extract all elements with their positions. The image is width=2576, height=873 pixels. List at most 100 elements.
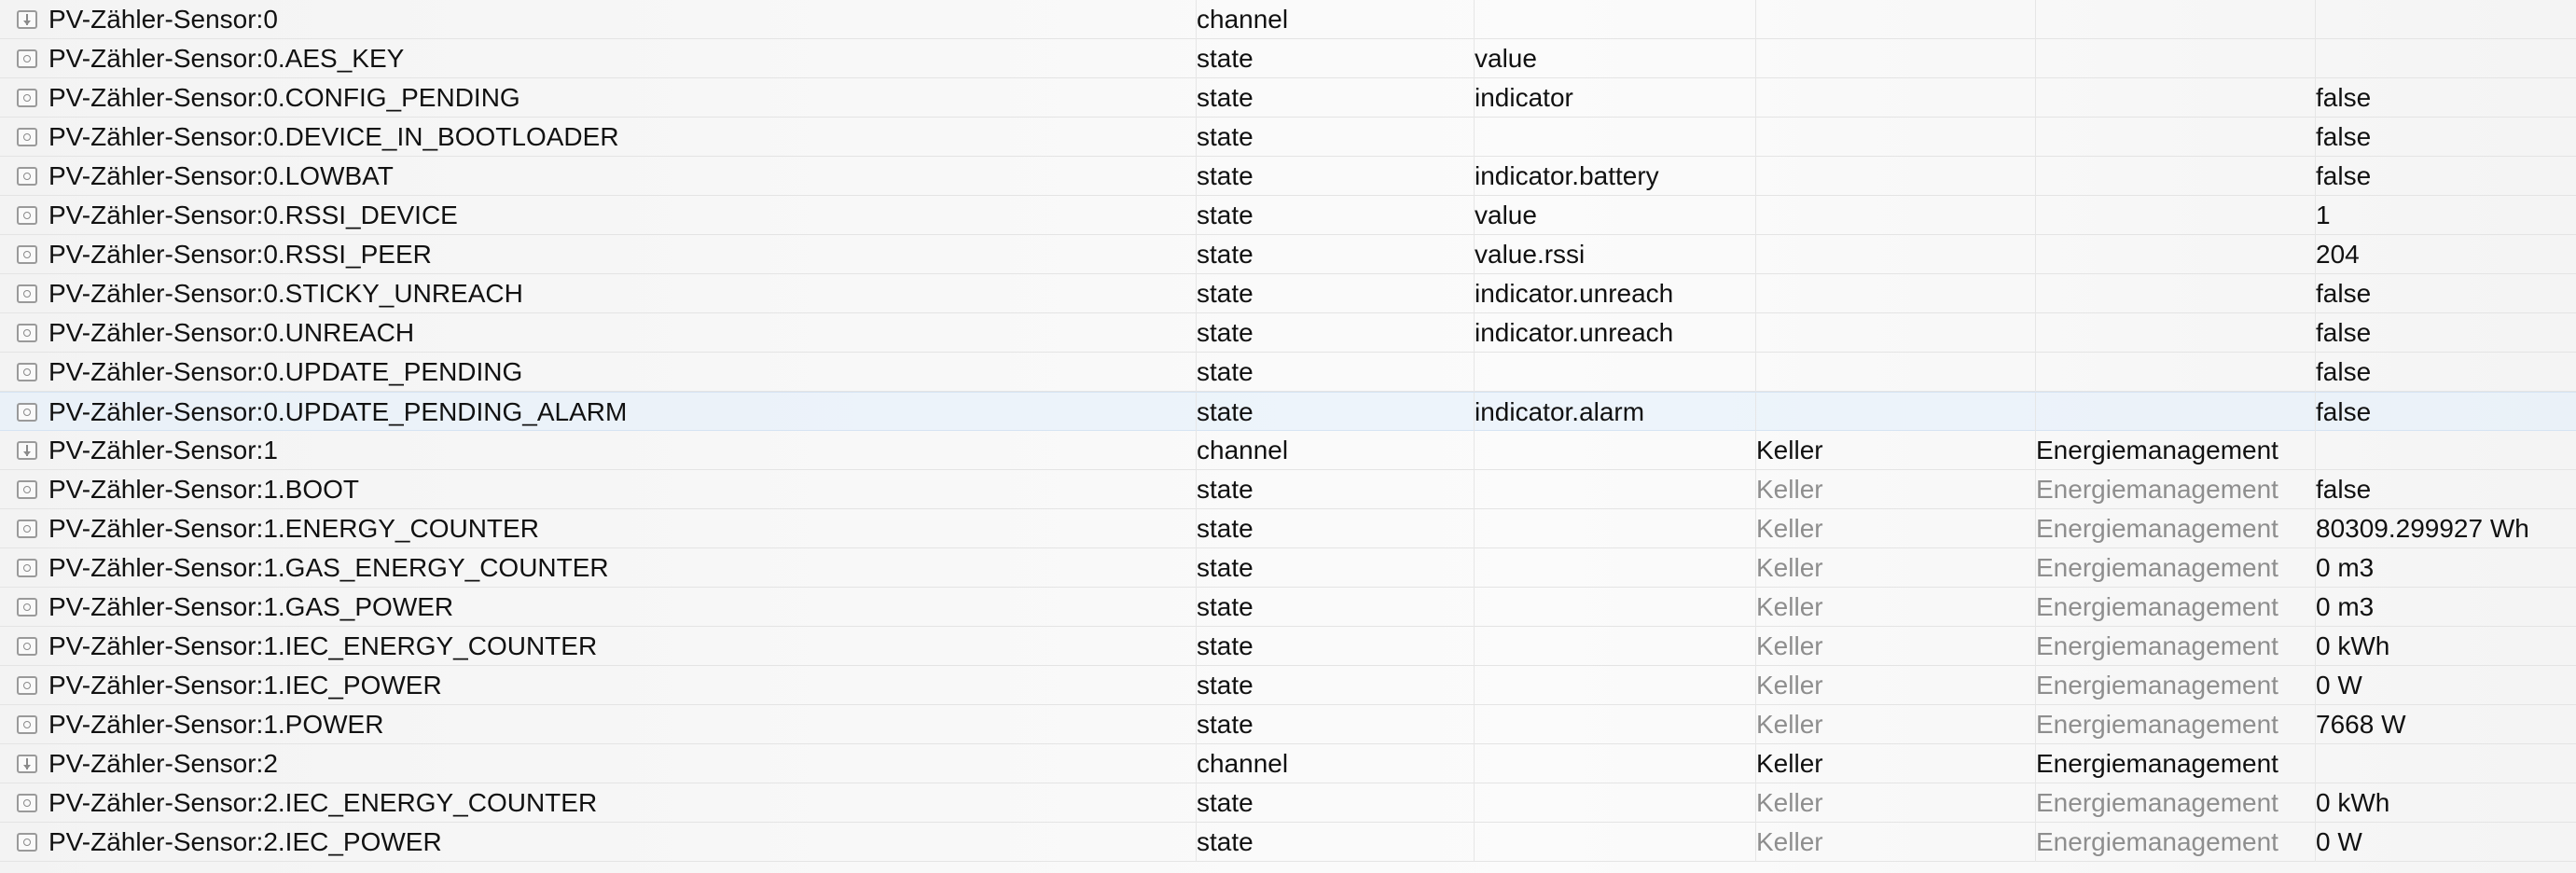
object-room-cell[interactable] — [1755, 0, 2034, 39]
object-function-cell[interactable]: Energiemanagement — [2035, 548, 2314, 588]
object-id-cell[interactable]: PV-Zähler-Sensor:0.LOWBAT — [0, 157, 1194, 196]
object-type-cell[interactable]: state — [1196, 509, 1473, 548]
object-role-cell[interactable]: indicator.unreach — [1474, 274, 1754, 313]
object-role-cell[interactable] — [1474, 666, 1754, 705]
object-value-cell[interactable]: false — [2315, 274, 2576, 313]
object-type-cell[interactable]: state — [1196, 393, 1473, 432]
state-row[interactable]: PV-Zähler-Sensor:0.LOWBAT state indicator.… — [0, 157, 2576, 196]
object-id-cell[interactable]: PV-Zähler-Sensor:0.STICKY_UNREACH — [0, 274, 1194, 313]
state-row[interactable]: PV-Zähler-Sensor:0.UPDATE_PENDING_ALARM s… — [0, 392, 2576, 432]
object-function-cell[interactable]: Energiemanagement — [2035, 666, 2314, 705]
state-row[interactable]: PV-Zähler-Sensor:0.CONFIG_PENDING state in… — [0, 78, 2576, 118]
object-value-cell[interactable]: false — [2315, 353, 2576, 392]
object-type-cell[interactable]: state — [1196, 157, 1473, 196]
object-id-cell[interactable]: PV-Zähler-Sensor:0.UPDATE_PENDING — [0, 353, 1194, 392]
object-function-cell[interactable] — [2035, 39, 2314, 78]
object-type-cell[interactable]: state — [1196, 118, 1473, 157]
object-type-cell[interactable]: state — [1196, 705, 1473, 744]
object-id-cell[interactable]: PV-Zähler-Sensor:0 — [0, 0, 1194, 39]
object-type-cell[interactable]: state — [1196, 627, 1473, 666]
object-function-cell[interactable]: Energiemanagement — [2035, 783, 2314, 823]
object-id-cell[interactable]: PV-Zähler-Sensor:0.UPDATE_PENDING_ALARM — [0, 393, 1194, 432]
object-function-cell[interactable] — [2035, 196, 2314, 235]
object-function-cell[interactable] — [2035, 353, 2314, 392]
object-value-cell[interactable]: 0 kWh — [2315, 783, 2576, 823]
object-room-cell[interactable]: Keller — [1755, 783, 2034, 823]
object-room-cell[interactable] — [1755, 235, 2034, 274]
object-value-cell[interactable] — [2315, 431, 2576, 470]
object-id-cell[interactable]: PV-Zähler-Sensor:0.CONFIG_PENDING — [0, 78, 1194, 118]
object-function-cell[interactable] — [2035, 274, 2314, 313]
object-id-cell[interactable]: PV-Zähler-Sensor:1.IEC_POWER — [0, 666, 1194, 705]
object-function-cell[interactable] — [2035, 313, 2314, 353]
object-id-cell[interactable]: PV-Zähler-Sensor:0.UNREACH — [0, 313, 1194, 353]
state-row[interactable]: PV-Zähler-Sensor:1.GAS_POWER state Keller E… — [0, 588, 2576, 627]
object-value-cell[interactable]: false — [2315, 470, 2576, 509]
object-role-cell[interactable] — [1474, 0, 1754, 39]
object-type-cell[interactable]: channel — [1196, 431, 1473, 470]
object-room-cell[interactable] — [1755, 196, 2034, 235]
object-room-cell[interactable]: Keller — [1755, 431, 2034, 470]
object-type-cell[interactable]: state — [1196, 666, 1473, 705]
object-room-cell[interactable] — [1755, 393, 2034, 432]
state-row[interactable]: PV-Zähler-Sensor:1.ENERGY_COUNTER state Ke… — [0, 509, 2576, 548]
state-row[interactable]: PV-Zähler-Sensor:0.STICKY_UNREACH state in… — [0, 274, 2576, 313]
object-value-cell[interactable] — [2315, 744, 2576, 783]
object-type-cell[interactable]: state — [1196, 274, 1473, 313]
channel-row[interactable]: PV-Zähler-Sensor:1 channel Keller Energiema… — [0, 431, 2576, 470]
object-role-cell[interactable]: value.rssi — [1474, 235, 1754, 274]
state-row[interactable]: PV-Zähler-Sensor:0.AES_KEY state value — [0, 39, 2576, 78]
state-row[interactable]: PV-Zähler-Sensor:1.IEC_POWER state Keller E… — [0, 666, 2576, 705]
object-value-cell[interactable]: 0 kWh — [2315, 627, 2576, 666]
object-role-cell[interactable] — [1474, 118, 1754, 157]
object-value-cell[interactable]: false — [2315, 118, 2576, 157]
object-room-cell[interactable]: Keller — [1755, 588, 2034, 627]
object-room-cell[interactable] — [1755, 313, 2034, 353]
object-value-cell[interactable]: 0 m3 — [2315, 548, 2576, 588]
object-value-cell[interactable] — [2315, 39, 2576, 78]
object-function-cell[interactable]: Energiemanagement — [2035, 744, 2314, 783]
object-value-cell[interactable]: 0 m3 — [2315, 588, 2576, 627]
object-function-cell[interactable] — [2035, 118, 2314, 157]
object-type-cell[interactable]: state — [1196, 823, 1473, 862]
object-function-cell[interactable] — [2035, 235, 2314, 274]
object-id-cell[interactable]: PV-Zähler-Sensor:1.BOOT — [0, 470, 1194, 509]
object-role-cell[interactable]: value — [1474, 196, 1754, 235]
object-type-cell[interactable]: state — [1196, 783, 1473, 823]
state-row[interactable]: PV-Zähler-Sensor:0.DEVICE_IN_BOOTLOADER s… — [0, 118, 2576, 157]
object-role-cell[interactable]: indicator.unreach — [1474, 313, 1754, 353]
object-room-cell[interactable] — [1755, 353, 2034, 392]
object-value-cell[interactable] — [2315, 0, 2576, 39]
state-row[interactable]: PV-Zähler-Sensor:0.UNREACH state indicator… — [0, 313, 2576, 353]
state-row[interactable]: PV-Zähler-Sensor:1.IEC_ENERGY_COUNTER sta… — [0, 627, 2576, 666]
object-room-cell[interactable] — [1755, 274, 2034, 313]
state-row[interactable]: PV-Zähler-Sensor:0.RSSI_PEER state value.r… — [0, 235, 2576, 274]
object-room-cell[interactable] — [1755, 157, 2034, 196]
object-value-cell[interactable]: 0 W — [2315, 823, 2576, 862]
object-value-cell[interactable]: false — [2315, 157, 2576, 196]
object-type-cell[interactable]: state — [1196, 39, 1473, 78]
object-type-cell[interactable]: state — [1196, 313, 1473, 353]
object-role-cell[interactable]: indicator — [1474, 78, 1754, 118]
object-id-cell[interactable]: PV-Zähler-Sensor:1 — [0, 431, 1194, 470]
object-id-cell[interactable]: PV-Zähler-Sensor:2 — [0, 744, 1194, 783]
object-function-cell[interactable]: Energiemanagement — [2035, 509, 2314, 548]
object-value-cell[interactable]: false — [2315, 313, 2576, 353]
object-room-cell[interactable]: Keller — [1755, 548, 2034, 588]
object-type-cell[interactable]: channel — [1196, 0, 1473, 39]
object-type-cell[interactable]: state — [1196, 196, 1473, 235]
object-room-cell[interactable] — [1755, 78, 2034, 118]
object-type-cell[interactable]: state — [1196, 470, 1473, 509]
object-room-cell[interactable] — [1755, 39, 2034, 78]
object-function-cell[interactable]: Energiemanagement — [2035, 823, 2314, 862]
object-function-cell[interactable]: Energiemanagement — [2035, 705, 2314, 744]
object-role-cell[interactable] — [1474, 744, 1754, 783]
object-value-cell[interactable]: false — [2315, 78, 2576, 118]
object-id-cell[interactable]: PV-Zähler-Sensor:1.ENERGY_COUNTER — [0, 509, 1194, 548]
object-role-cell[interactable] — [1474, 588, 1754, 627]
object-function-cell[interactable]: Energiemanagement — [2035, 588, 2314, 627]
object-type-cell[interactable]: state — [1196, 78, 1473, 118]
object-room-cell[interactable]: Keller — [1755, 705, 2034, 744]
object-id-cell[interactable]: PV-Zähler-Sensor:0.DEVICE_IN_BOOTLOADER — [0, 118, 1194, 157]
object-function-cell[interactable] — [2035, 0, 2314, 39]
